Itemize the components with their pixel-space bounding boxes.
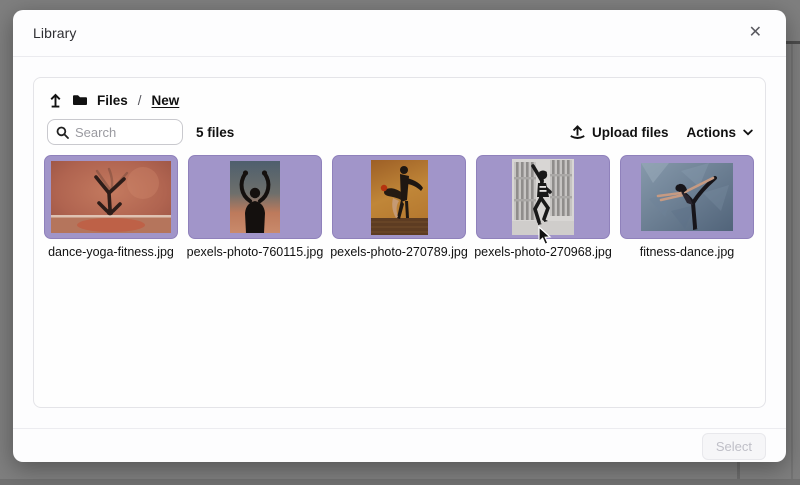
- file-item[interactable]: pexels-photo-760115.jpg: [188, 155, 322, 259]
- thumbnail-dance-yoga-fitness: [44, 155, 178, 239]
- background-window-artifact: [0, 479, 800, 485]
- background-window-artifact: [786, 41, 800, 44]
- file-item[interactable]: fitness-dance.jpg: [620, 155, 754, 259]
- thumbnail-image: [641, 163, 733, 231]
- upload-files-label: Upload files: [592, 125, 669, 140]
- up-directory-icon[interactable]: [48, 92, 63, 108]
- file-name: pexels-photo-270968.jpg: [474, 245, 612, 259]
- file-count: 5 files: [196, 125, 234, 140]
- thumbnail-pexels-760115: [188, 155, 322, 239]
- modal-header: Library ✕: [13, 10, 786, 57]
- breadcrumb-root[interactable]: Files: [97, 93, 128, 108]
- actions-label: Actions: [686, 125, 736, 140]
- folder-icon: [72, 93, 88, 107]
- file-name: fitness-dance.jpg: [640, 245, 735, 259]
- breadcrumb-current[interactable]: New: [152, 93, 180, 108]
- select-button[interactable]: Select: [702, 433, 766, 460]
- breadcrumb: Files / New: [44, 88, 755, 110]
- library-modal: Library ✕ Files / New: [13, 10, 786, 462]
- file-name: pexels-photo-270789.jpg: [330, 245, 468, 259]
- thumbnail-image: [512, 159, 574, 235]
- thumbnail-pexels-270968: [476, 155, 610, 239]
- thumbnail-image: [51, 161, 171, 233]
- chevron-down-icon: [743, 129, 753, 136]
- actions-button[interactable]: Actions: [686, 125, 753, 140]
- toolbar: 5 files Upload files Actions: [44, 119, 755, 145]
- file-name: dance-yoga-fitness.jpg: [48, 245, 174, 259]
- library-panel: Files / New 5 files Upl: [33, 77, 766, 408]
- modal-title: Library: [33, 25, 77, 41]
- background-window-artifact: [791, 44, 793, 485]
- thumbnail-pexels-270789: [332, 155, 466, 239]
- file-grid: dance-yoga-fitness.jpg: [44, 155, 755, 259]
- search-input[interactable]: [75, 125, 174, 140]
- thumbnail-image: [371, 160, 428, 235]
- search-icon: [56, 126, 69, 139]
- upload-icon: [570, 125, 585, 140]
- modal-footer: Select: [13, 428, 786, 463]
- file-name: pexels-photo-760115.jpg: [187, 245, 324, 259]
- modal-body: Files / New 5 files Upl: [13, 57, 786, 428]
- file-item[interactable]: pexels-photo-270789.jpg: [332, 155, 466, 259]
- thumbnail-image: [230, 161, 280, 233]
- close-icon[interactable]: ✕: [745, 21, 766, 45]
- breadcrumb-separator: /: [137, 93, 143, 108]
- search-box[interactable]: [47, 119, 183, 145]
- upload-files-button[interactable]: Upload files: [570, 125, 669, 140]
- toolbar-actions: Upload files Actions: [570, 125, 753, 140]
- file-item[interactable]: dance-yoga-fitness.jpg: [44, 155, 178, 259]
- file-item[interactable]: pexels-photo-270968.jpg: [476, 155, 610, 259]
- thumbnail-fitness-dance: [620, 155, 754, 239]
